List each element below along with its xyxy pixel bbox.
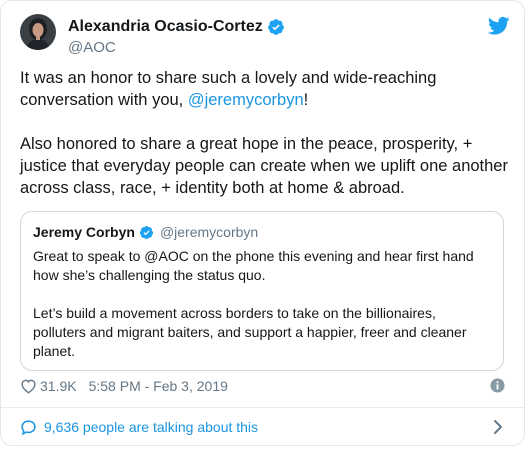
quoted-paragraph-1: Great to speak to @AOC on the phone this… [33,248,474,283]
twitter-bird-icon[interactable] [488,16,510,36]
quoted-tweet-header: Jeremy Corbyn @jeremycorbyn [33,223,491,241]
verified-badge-icon [139,225,153,239]
verified-badge-icon [267,19,284,35]
heart-icon[interactable] [20,378,37,394]
author-block[interactable]: Alexandria Ocasio-Cortez @AOC [68,17,285,56]
conversation-link[interactable]: 9,636 people are talking about this [20,417,505,437]
speech-bubble-icon [21,419,36,435]
tweet-paragraph-1: It was an honor to share such a lovely a… [20,67,510,111]
tweet-timestamp[interactable]: 5:58 PM - Feb 3, 2019 [89,378,228,394]
avatar[interactable] [20,14,56,50]
quoted-author-name: Jeremy Corbyn [33,224,135,240]
info-icon[interactable] [490,378,505,393]
quoted-paragraph-2: Let’s build a movement across borders to… [33,305,467,359]
author-name[interactable]: Alexandria Ocasio-Cortez [68,18,263,36]
divider [1,407,524,408]
tweet-header: Alexandria Ocasio-Cortez @AOC [20,14,510,60]
tweet-text-segment: ! [303,91,309,109]
quoted-tweet[interactable]: Jeremy Corbyn @jeremycorbyn Great to spe… [20,211,504,371]
talking-label[interactable]: 9,636 people are talking about this [44,419,258,435]
tweet-paragraph-2: Also honored to share a great hope in th… [20,135,508,197]
quoted-author-handle: @jeremycorbyn [159,224,259,240]
embedded-tweet-card: Alexandria Ocasio-Cortez @AOC It was an … [0,0,525,446]
quoted-tweet-text: Great to speak to @AOC on the phone this… [33,247,491,361]
tweet-meta: 31.9K 5:58 PM - Feb 3, 2019 [20,376,505,396]
chevron-right-icon[interactable] [491,419,505,435]
like-count[interactable]: 31.9K [40,378,77,394]
mention-link[interactable]: @jeremycorbyn [188,91,304,109]
tweet-text: It was an honor to share such a lovely a… [20,67,510,199]
author-handle[interactable]: @AOC [68,39,285,56]
